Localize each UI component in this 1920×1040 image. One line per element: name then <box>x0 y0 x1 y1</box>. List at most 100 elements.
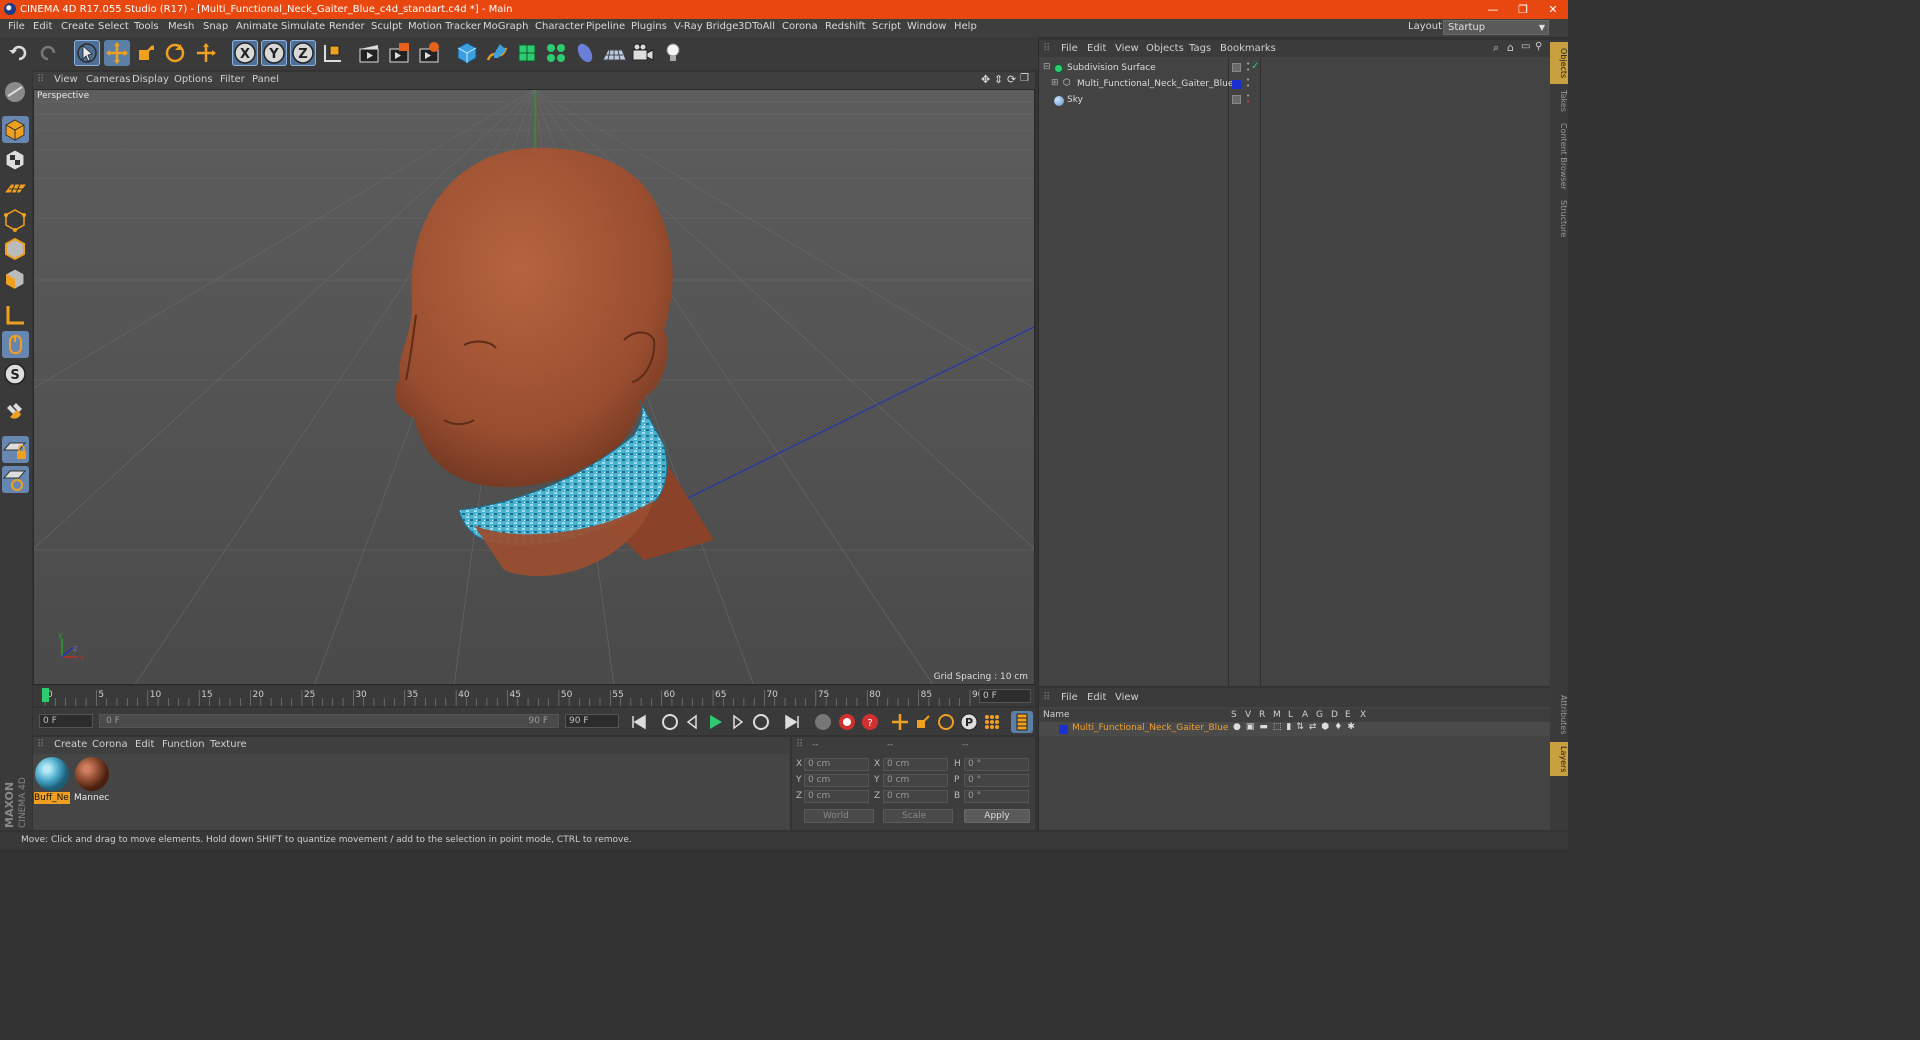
search-icon[interactable]: ⌕ <box>1493 41 1499 55</box>
layer-col-animation[interactable]: A <box>1302 710 1308 720</box>
solo-mode-button[interactable]: S <box>2 361 29 388</box>
timeline-playhead[interactable] <box>42 688 49 702</box>
menu-motion-tracker[interactable]: Motion Tracker <box>408 21 481 32</box>
polygons-mode-button[interactable] <box>2 265 29 292</box>
layer-toggle-icons[interactable]: ●▣▬⬚▮⇅⇄⬢♦✱ <box>1233 722 1360 732</box>
menu-pipeline[interactable]: Pipeline <box>586 21 625 32</box>
record-off-button[interactable] <box>812 711 834 733</box>
size-x-field[interactable]: 0 cm <box>883 758 948 771</box>
enabled-check-icon[interactable]: ✓ <box>1251 61 1259 72</box>
material-menu-texture[interactable]: Texture <box>210 739 247 750</box>
key-rotation-button[interactable] <box>935 711 957 733</box>
viewport-menu-options[interactable]: Options <box>174 74 213 85</box>
position-x-field[interactable]: 0 cm <box>804 758 869 771</box>
menu-select[interactable]: Select <box>98 21 129 32</box>
timeline-window-button[interactable] <box>1011 711 1033 733</box>
add-cube-button[interactable] <box>454 40 480 66</box>
menu-render[interactable]: Render <box>329 21 365 32</box>
menu-script[interactable]: Script <box>872 21 901 32</box>
transform-mode-dropdown[interactable]: Scale <box>883 809 953 823</box>
layer-col-locked[interactable]: L <box>1288 710 1293 720</box>
timeline-ruler[interactable]: 051015202530354045505560657075808590 0 F <box>33 686 1035 706</box>
start-frame-field[interactable]: 0 F <box>39 714 93 728</box>
viewport-menu-view[interactable]: View <box>54 74 78 85</box>
minimize-button[interactable]: — <box>1478 0 1508 19</box>
rotate-tool-button[interactable] <box>162 40 188 66</box>
key-parameter-button[interactable]: P <box>958 711 980 733</box>
render-view-button[interactable] <box>356 40 382 66</box>
menu-vray-bridge[interactable]: V-Ray Bridge <box>674 21 738 32</box>
layout-dropdown[interactable]: Startup ▼ <box>1443 20 1549 35</box>
menu-character[interactable]: Character <box>535 21 584 32</box>
layer-menu-edit[interactable]: Edit <box>1087 692 1106 703</box>
undo-button[interactable] <box>6 40 32 66</box>
add-spline-button[interactable] <box>484 40 510 66</box>
new-view-icon[interactable]: ▭ <box>1521 41 1530 52</box>
live-selection-button[interactable] <box>74 40 100 66</box>
layer-row[interactable]: Multi_Functional_Neck_Gaiter_Blue ●▣▬⬚▮⇅… <box>1039 722 1551 736</box>
scale-tool-button[interactable] <box>133 40 159 66</box>
menu-simulate[interactable]: Simulate <box>281 21 325 32</box>
object-row-subdivision-surface[interactable]: ⊟ Subdivision Surface • • ✓ <box>1039 61 1551 77</box>
visibility-dots-icon[interactable]: • • <box>1246 61 1250 74</box>
rotation-b-field[interactable]: 0 ° <box>964 790 1029 803</box>
locked-workplane-button[interactable] <box>2 436 29 463</box>
rotation-p-field[interactable]: 0 ° <box>964 774 1029 787</box>
coordinate-system-button[interactable] <box>320 40 346 66</box>
move-tool-button[interactable] <box>104 40 130 66</box>
add-light-button[interactable] <box>660 40 686 66</box>
y-axis-lock-button[interactable]: Y <box>261 40 287 66</box>
planar-workplane-button[interactable] <box>2 466 29 493</box>
object-menu-edit[interactable]: Edit <box>1087 43 1106 54</box>
tab-content-browser[interactable]: Content Browser <box>1550 118 1568 194</box>
workplane-mode-button[interactable] <box>2 174 29 201</box>
menu-mograph[interactable]: MoGraph <box>483 21 528 32</box>
layer-col-name[interactable]: Name <box>1043 710 1070 720</box>
position-y-field[interactable]: 0 cm <box>804 774 869 787</box>
viewport-menu-display[interactable]: Display <box>132 74 169 85</box>
menu-animate[interactable]: Animate <box>236 21 278 32</box>
expand-icon[interactable]: ⊞ <box>1051 78 1059 88</box>
coordinate-mode-dropdown[interactable]: World <box>804 809 874 823</box>
menu-3dtoall[interactable]: 3DToAll <box>738 21 775 32</box>
layer-menu-file[interactable]: File <box>1061 692 1078 703</box>
edges-mode-button[interactable] <box>2 235 29 262</box>
frame-range-slider[interactable]: 0 F 90 F <box>99 714 559 728</box>
layer-col-render[interactable]: R <box>1259 710 1265 720</box>
axis-mode-button[interactable] <box>2 302 29 329</box>
play-button[interactable] <box>704 711 726 733</box>
menu-help[interactable]: Help <box>954 21 977 32</box>
record-button[interactable] <box>836 711 858 733</box>
points-mode-button[interactable] <box>2 206 29 233</box>
menu-edit[interactable]: Edit <box>33 21 52 32</box>
visibility-dots-icon[interactable]: • • <box>1246 93 1250 106</box>
menu-window[interactable]: Window <box>907 21 946 32</box>
size-z-field[interactable]: 0 cm <box>883 790 948 803</box>
viewport-zoom-icon[interactable]: ⇕ <box>994 73 1003 86</box>
home-icon[interactable]: ⌂ <box>1507 41 1514 54</box>
add-subdivision-button[interactable] <box>514 40 540 66</box>
layer-col-expressions[interactable]: E <box>1345 710 1351 720</box>
render-settings-button[interactable] <box>416 40 442 66</box>
key-scale-button[interactable] <box>912 711 934 733</box>
model-mode-button[interactable] <box>2 116 29 143</box>
material-menu-edit[interactable]: Edit <box>135 739 154 750</box>
size-y-field[interactable]: 0 cm <box>883 774 948 787</box>
tab-layers[interactable]: Layers <box>1550 742 1568 776</box>
viewport-menu-cameras[interactable]: Cameras <box>86 74 130 85</box>
object-row-sky[interactable]: Sky • • <box>1039 93 1551 109</box>
material-menu-function[interactable]: Function <box>162 739 205 750</box>
object-menu-objects[interactable]: Objects <box>1146 43 1184 54</box>
restore-button[interactable]: ❐ <box>1508 0 1538 19</box>
layer-col-manager[interactable]: M <box>1273 710 1281 720</box>
z-axis-lock-button[interactable]: Z <box>290 40 316 66</box>
viewport-menu-panel[interactable]: Panel <box>252 74 279 85</box>
menu-corona[interactable]: Corona <box>782 21 818 32</box>
menu-file[interactable]: File <box>8 21 25 32</box>
viewport-pan-icon[interactable]: ✥ <box>981 73 990 86</box>
menu-create[interactable]: Create <box>61 21 94 32</box>
current-frame-field[interactable]: 0 F <box>979 689 1031 703</box>
layer-col-xref[interactable]: X <box>1360 710 1366 720</box>
previous-keyframe-button[interactable] <box>659 711 681 733</box>
collapse-icon[interactable]: ⊟ <box>1043 62 1051 72</box>
